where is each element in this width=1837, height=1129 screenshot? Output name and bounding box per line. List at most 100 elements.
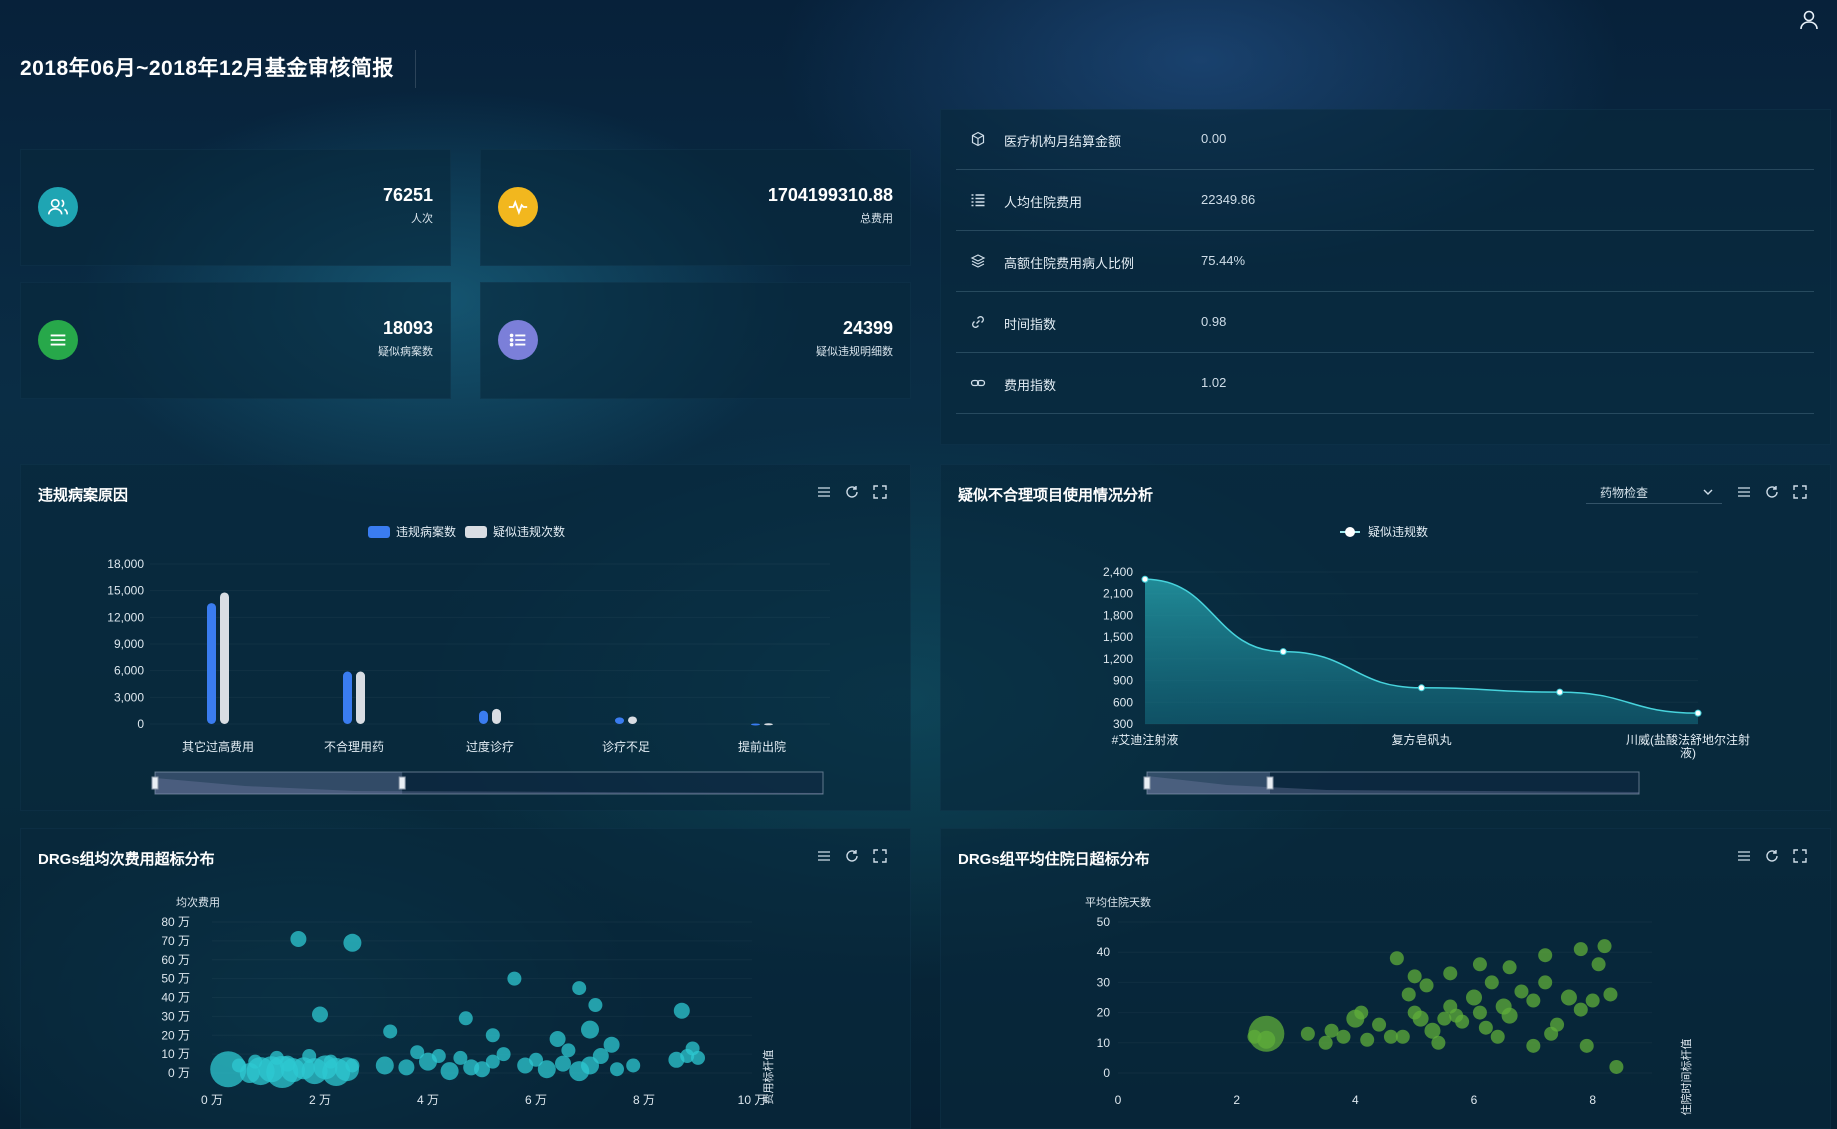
violation-reasons-panel: 违规病案原因 0 3,000 6,000 9,000 12,000 15,000 18,00… [20,464,911,811]
scatter-point [1389,951,1404,966]
bar [343,671,352,724]
scatter-point [549,1031,566,1048]
info-value: 0.00 [1201,131,1227,146]
users-icon [38,187,78,227]
pulse-icon [498,187,538,227]
scatter-point [248,1054,263,1069]
scatter-point [1412,1010,1429,1027]
x-tick-label: 2 [1233,1093,1240,1107]
scatter-point [610,1062,624,1077]
area-chart: 300 600 900 1,200 1,500 1,800 2,100 2,400 疑似违规数 #… [1103,524,1750,795]
y-tick-label: 0 [137,717,144,731]
x-tick-label: 诊疗不足 [602,740,650,754]
legend-label: 疑似违规次数 [493,524,565,539]
scatter-point [1407,969,1422,984]
scatter-point [1372,1017,1387,1032]
bar [764,723,773,726]
y-tick-label: 50 万 [161,972,190,986]
x-tick-label: 8 万 [633,1093,655,1107]
scatter-point [1501,1007,1518,1024]
x-tick-label: 4 [1352,1093,1359,1107]
scatter-point [1395,1029,1410,1044]
scatter-point [1300,1026,1315,1041]
y-tick-label: 80 万 [161,915,190,929]
y-tick-label: 300 [1113,717,1133,731]
scatter-point [302,1049,317,1064]
y-axis-label: 均次费用 [176,895,220,909]
scatter-point [485,1028,500,1043]
x-tick-label: 复方皂矾丸 [1391,732,1451,747]
scatter-point [440,1062,459,1081]
scatter-point [588,998,603,1013]
y-tick-label: 60 万 [161,953,190,967]
scatter-point [673,1002,690,1019]
area-fill [1145,579,1698,724]
scatter-point [1472,957,1487,972]
x-tick-label: 过度诊疗 [466,739,514,754]
scatter-point [1472,1005,1487,1020]
scatter-point [1579,1038,1594,1053]
y-tick-label: 6,000 [114,664,144,678]
data-point [1694,709,1702,717]
info-value: 75.44% [1201,253,1246,268]
x-axis-label: 费用标杆值 [761,1050,775,1105]
info-label: 人均住院费用 [1004,195,1083,210]
scatter-point [1466,989,1482,1006]
info-row-time-index: 时间指数 0.98 [956,292,1814,353]
scatter-point [680,1049,695,1064]
stat-card-visits: 76251 人次 [20,149,451,266]
scatter-point [1490,1029,1505,1044]
scatter-point [1484,975,1499,990]
bar [492,708,501,724]
stat-value: 76251 [382,185,433,205]
scatter-point [1573,942,1588,957]
y-tick-label: 0 万 [168,1066,190,1080]
y-tick-label: 70 万 [161,934,190,948]
stat-card-total-cost: 1704199310.88 总费用 [480,149,911,266]
info-label: 费用指数 [1004,378,1057,393]
info-row-avg-cost: 人均住院费用 22349.86 [956,170,1814,231]
y-tick-label: 9,000 [114,637,144,651]
scatter-point [1597,939,1612,954]
data-point [1141,575,1149,583]
info-row-high-cost-ratio: 高额住院费用病人比例 75.44% [956,231,1814,292]
y-tick-label: 30 [1097,975,1111,989]
link-icon [972,316,984,328]
legend-marker [1345,527,1355,537]
bar [356,671,365,724]
bar [479,710,488,724]
x-tick-label: 4 万 [417,1093,439,1107]
info-panel: 医疗机构月结算金额 0.00 人均住院费用 22349.86 高额住院费用病人比… [940,109,1831,445]
scatter-point [323,1054,338,1069]
chain-icon [970,379,986,387]
scatter-point [1526,1038,1541,1053]
stat-value: 24399 [842,318,893,338]
menu-icon [38,320,78,360]
scatter-point [1591,957,1606,972]
scatter-point [581,1020,599,1039]
bar [751,723,760,726]
info-value: 1.02 [1201,375,1227,390]
scatter-point [1437,1011,1452,1026]
drg-days-panel: DRGs组平均住院日超标分布 0 10 20 30 40 50 0 2 4 6 8 平均住院天数 住院时… [940,828,1831,1129]
scatter-point [1502,960,1517,975]
scatter-point [1419,978,1434,993]
scatter-point [496,1047,511,1062]
y-tick-label: 3,000 [114,690,144,704]
info-value: 22349.86 [1201,192,1256,207]
stat-value: 1704199310.88 [767,185,893,205]
scatter-point [312,1006,328,1023]
scatter-point [626,1058,641,1073]
scatter-point [410,1045,425,1060]
cost-scatter-chart: 0 万 10 万 20 万 30 万 40 万 50 万 60 万 70 万 80 万 0 万 2 … [161,895,775,1107]
x-axis-label: 住院时间标杆值 [1679,1039,1693,1116]
scatter-point [1603,987,1618,1002]
scatter-point [555,1055,571,1072]
user-icon[interactable] [1797,8,1821,32]
scatter-point [1324,1023,1339,1038]
scatter-point [375,1056,394,1075]
x-tick-label: 6 万 [525,1093,547,1107]
y-tick-label: 0 [1103,1066,1110,1080]
y-tick-label: 20 万 [161,1028,190,1042]
stat-value: 18093 [382,318,433,338]
